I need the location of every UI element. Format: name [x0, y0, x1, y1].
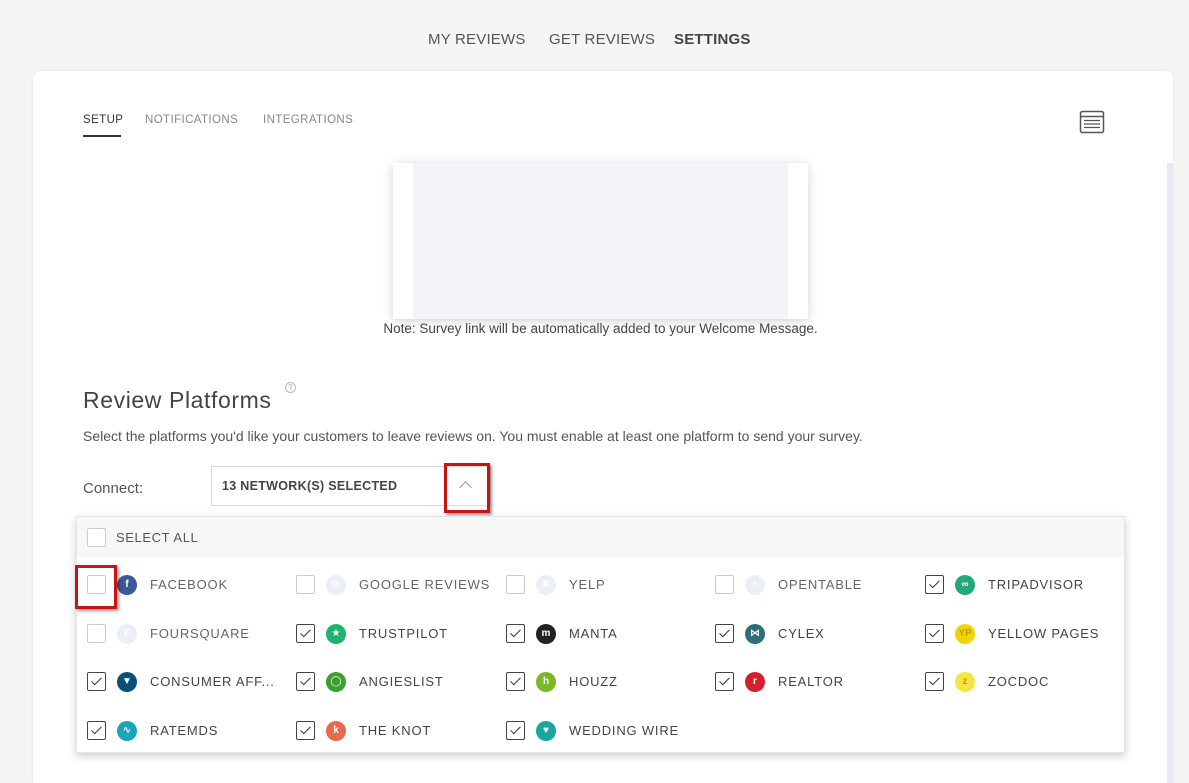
tab-notifications[interactable]: NOTIFICATIONS	[145, 114, 238, 126]
trustpilot-icon: ★	[326, 624, 346, 644]
message-preview-screen	[413, 163, 788, 319]
select-all-checkbox[interactable]	[87, 528, 106, 547]
connect-label: Connect:	[83, 480, 144, 497]
checkbox-wedding-wire[interactable]	[506, 721, 525, 740]
yelp-icon: ✱	[536, 575, 556, 595]
platform-label-cylex: CYLEX	[778, 626, 825, 641]
settings-card: SETUP NOTIFICATIONS INTEGRATIONS Note: S…	[33, 71, 1173, 783]
nav-settings[interactable]: SETTINGS	[674, 31, 751, 48]
ratemds-icon: ∿	[117, 721, 137, 741]
nav-my-reviews[interactable]: MY REVIEWS	[428, 31, 526, 48]
active-tab-indicator	[83, 135, 121, 137]
platform-label-consumer-aff: CONSUMER AFF...	[150, 674, 275, 689]
checkbox-the-knot[interactable]	[296, 721, 315, 740]
platform-label-realtor: REALTOR	[778, 674, 844, 689]
checkbox-trustpilot[interactable]	[296, 624, 315, 643]
manta-icon: m	[536, 624, 556, 644]
platform-label-the-knot: THE KNOT	[359, 723, 432, 738]
select-all-row[interactable]: SELECT ALL	[77, 517, 1124, 557]
facebook-checkbox-highlight	[75, 565, 117, 609]
platform-label-zocdoc: ZOCDOC	[988, 674, 1050, 689]
facebook-icon: f	[117, 575, 137, 595]
checkbox-consumer-aff[interactable]	[87, 672, 106, 691]
platform-label-yellow-pages: YELLOW PAGES	[988, 626, 1100, 641]
platform-label-ratemds: RATEMDS	[150, 723, 219, 738]
platform-label-opentable: OPENTABLE	[778, 577, 863, 592]
platform-label-manta: MANTA	[569, 626, 618, 641]
platform-label-foursquare: FOURSQUARE	[150, 626, 250, 641]
checkbox-angieslist[interactable]	[296, 672, 315, 691]
checkbox-zocdoc[interactable]	[925, 672, 944, 691]
checkbox-realtor[interactable]	[715, 672, 734, 691]
weddingwire-icon: ♥	[536, 721, 556, 741]
opentable-icon: •	[745, 575, 765, 595]
select-all-label: SELECT ALL	[116, 530, 199, 545]
cylex-icon: ⋈	[745, 624, 765, 644]
checkbox-houzz[interactable]	[506, 672, 525, 691]
checkbox-yelp[interactable]	[506, 575, 525, 594]
yellowpages-icon: YP	[955, 624, 975, 644]
top-nav: MY REVIEWS GET REVIEWS SETTINGS	[0, 0, 1189, 72]
checkbox-google-reviews[interactable]	[296, 575, 315, 594]
zocdoc-icon: z	[955, 672, 975, 692]
platform-label-facebook: FACEBOOK	[150, 577, 228, 592]
houzz-icon: h	[536, 672, 556, 692]
platform-label-houzz: HOUZZ	[569, 674, 618, 689]
angieslist-icon: ◯	[326, 672, 346, 692]
networks-selected-value: 13 NETWORK(S) SELECTED	[222, 479, 398, 493]
platform-label-trustpilot: TRUSTPILOT	[359, 626, 448, 641]
checkbox-yellow-pages[interactable]	[925, 624, 944, 643]
checkbox-tripadvisor[interactable]	[925, 575, 944, 594]
foursquare-icon: F	[117, 624, 137, 644]
survey-link-note: Note: Survey link will be automatically …	[383, 321, 818, 336]
tab-integrations[interactable]: INTEGRATIONS	[263, 114, 353, 126]
platform-label-wedding-wire: WEDDING WIRE	[569, 723, 679, 738]
networks-select-toggle[interactable]	[444, 463, 490, 513]
browser-preview-icon[interactable]	[1079, 109, 1105, 135]
realtor-icon: r	[745, 672, 765, 692]
help-icon[interactable]: ?	[285, 382, 296, 393]
checkbox-manta[interactable]	[506, 624, 525, 643]
checkbox-opentable[interactable]	[715, 575, 734, 594]
chevron-up-icon	[459, 481, 472, 494]
review-platforms-title: Review Platforms	[83, 387, 272, 413]
consumeraffairs-icon: ▼	[117, 672, 137, 692]
platform-label-google-reviews: GOOGLE REVIEWS	[359, 577, 491, 592]
nav-get-reviews[interactable]: GET REVIEWS	[549, 31, 655, 48]
scrollbar[interactable]	[1167, 163, 1173, 783]
review-platforms-description: Select the platforms you'd like your cus…	[83, 428, 863, 444]
platform-label-angieslist: ANGIESLIST	[359, 674, 444, 689]
checkbox-cylex[interactable]	[715, 624, 734, 643]
theknot-icon: k	[326, 721, 346, 741]
platform-label-yelp: YELP	[569, 577, 606, 592]
google-icon: G	[326, 575, 346, 595]
networks-dropdown: SELECT ALL f FACEBOOK G GOOGLE REVIEWS ✱ YELP…	[75, 516, 1125, 753]
checkbox-ratemds[interactable]	[87, 721, 106, 740]
platform-label-tripadvisor: TRIPADVISOR	[988, 577, 1084, 592]
tab-setup[interactable]: SETUP	[83, 114, 123, 126]
tripadvisor-icon: ∞	[955, 575, 975, 595]
checkbox-foursquare[interactable]	[87, 624, 106, 643]
